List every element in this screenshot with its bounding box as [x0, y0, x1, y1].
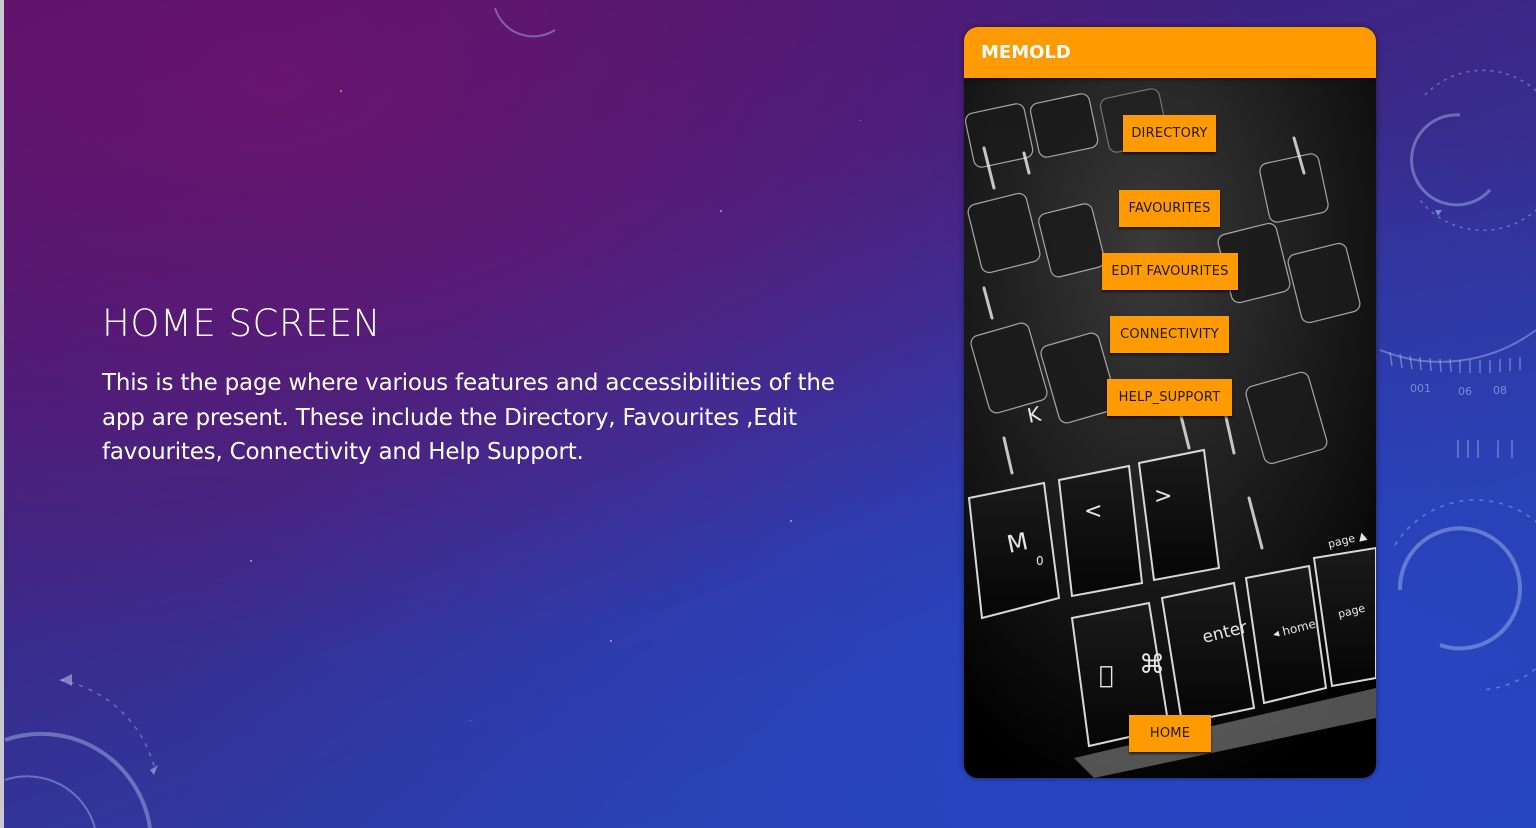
svg-text:<: <: [1084, 499, 1102, 524]
keyboard-background-image: M 0 < >  ⌘ enter ◂ home page ▲ page K: [964, 78, 1376, 778]
slide-title: HOME SCREEN: [102, 302, 381, 345]
favourites-button[interactable]: FAVOURITES: [1119, 190, 1220, 227]
svg-text:0: 0: [1036, 554, 1044, 568]
svg-text:: : [1099, 661, 1113, 689]
home-button[interactable]: HOME: [1129, 715, 1211, 752]
slide-description: This is the page where various features …: [102, 370, 835, 465]
app-title: MEMOLD: [981, 42, 1071, 63]
phone-screenshot: M 0 < >  ⌘ enter ◂ home page ▲ page K M…: [964, 27, 1376, 778]
help-support-button[interactable]: HELP_SUPPORT: [1107, 379, 1232, 416]
ruler-label: 06: [1458, 385, 1472, 398]
svg-text:>: >: [1154, 484, 1172, 509]
edit-favourites-button[interactable]: EDIT FAVOURITES: [1102, 253, 1238, 290]
app-bar: MEMOLD: [964, 27, 1376, 78]
ruler-label: 001: [1410, 382, 1431, 395]
ruler-label: 08: [1493, 384, 1507, 397]
directory-button[interactable]: DIRECTORY: [1123, 115, 1216, 152]
connectivity-button[interactable]: CONNECTIVITY: [1110, 316, 1229, 353]
svg-text:⌘: ⌘: [1139, 650, 1165, 680]
